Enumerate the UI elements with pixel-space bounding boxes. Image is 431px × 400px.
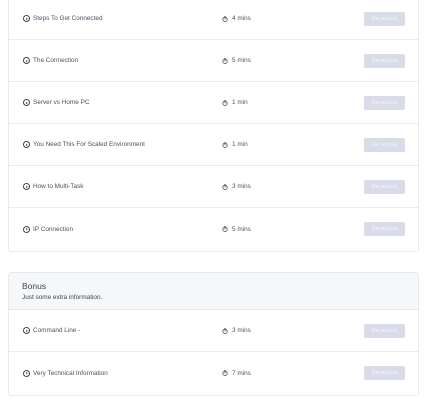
lesson-row[interactable]: IP Connection 5 mins Get access — [9, 208, 418, 250]
stopwatch-icon — [222, 57, 228, 64]
bonus-section-header: Bonus Just some extra information. — [9, 273, 418, 310]
get-access-button[interactable]: Get access — [364, 53, 405, 68]
get-access-button[interactable]: Get access — [364, 11, 405, 26]
lesson-title: Very Technical Information — [33, 369, 108, 377]
stopwatch-icon — [222, 327, 228, 334]
get-access-button[interactable]: Get access — [364, 323, 405, 338]
lesson-row[interactable]: Steps To Get Connected 4 mins Get access — [9, 0, 418, 40]
section-subtitle: Just some extra information. — [22, 294, 103, 301]
lesson-row[interactable]: Very Technical Information 7 mins Get ac… — [9, 352, 418, 394]
lesson-row[interactable]: Command Line - 3 mins Get access — [9, 310, 418, 352]
stopwatch-icon — [222, 141, 228, 148]
lesson-title: IP Connection — [33, 225, 74, 233]
play-circle-icon — [23, 183, 30, 190]
lesson-duration: 5 mins — [232, 57, 251, 64]
lesson-duration: 1 min — [232, 141, 248, 148]
lesson-title: Command Line - — [33, 327, 81, 334]
get-access-button[interactable]: Get access — [364, 137, 405, 152]
get-access-button[interactable]: Get access — [364, 222, 405, 236]
lesson-row[interactable]: You Need This For Scaled Environment 1 m… — [9, 124, 418, 166]
lesson-title: Steps To Get Connected — [33, 15, 103, 22]
lesson-row[interactable]: Server vs Home PC 1 min Get access — [9, 82, 418, 124]
lesson-duration: 4 mins — [232, 15, 251, 22]
lesson-duration: 1 min — [232, 99, 248, 106]
lesson-title: You Need This For Scaled Environment — [33, 141, 145, 148]
lesson-row[interactable]: How to Multi-Task 3 mins Get access — [9, 166, 418, 208]
stopwatch-icon — [222, 15, 228, 22]
lesson-title: Server vs Home PC — [33, 99, 90, 106]
play-circle-icon — [23, 369, 30, 377]
lesson-title: The Connection — [33, 57, 79, 64]
get-access-button[interactable]: Get access — [364, 95, 405, 110]
bonus-section-card: Bonus Just some extra information. Comma… — [8, 272, 419, 396]
play-circle-icon — [23, 225, 30, 233]
stopwatch-icon — [222, 370, 228, 376]
stopwatch-icon — [222, 226, 228, 232]
section-title: Bonus — [22, 281, 47, 291]
play-circle-icon — [23, 141, 30, 148]
lesson-title: How to Multi-Task — [33, 183, 84, 190]
get-access-button[interactable]: Get access — [364, 179, 405, 194]
play-circle-icon — [23, 57, 30, 64]
play-circle-icon — [23, 15, 30, 22]
lesson-list-card: Steps To Get Connected 4 mins Get access… — [8, 0, 419, 252]
lesson-row[interactable]: The Connection 5 mins Get access — [9, 40, 418, 82]
lesson-duration: 3 mins — [232, 183, 251, 190]
lesson-duration: 7 mins — [232, 369, 251, 377]
get-access-button[interactable]: Get access — [364, 366, 405, 380]
stopwatch-icon — [222, 99, 228, 106]
lesson-duration: 5 mins — [232, 225, 251, 233]
lesson-duration: 3 mins — [232, 327, 251, 334]
stopwatch-icon — [222, 183, 228, 190]
play-circle-icon — [23, 327, 30, 334]
play-circle-icon — [23, 99, 30, 106]
